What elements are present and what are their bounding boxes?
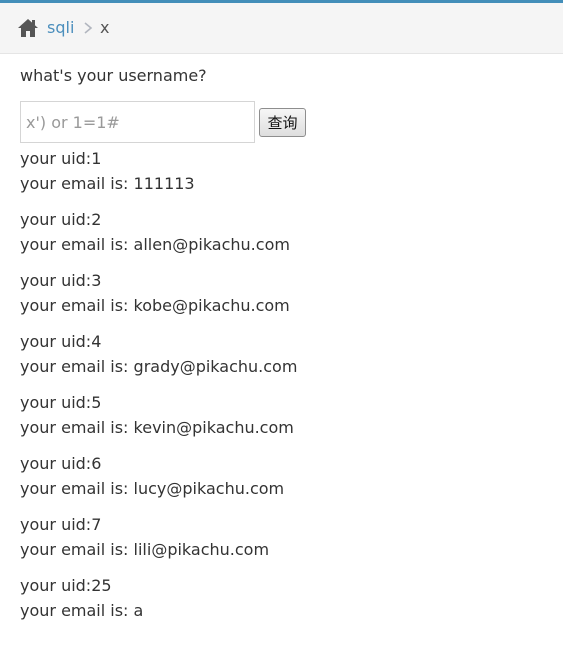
result-uid: your uid:1	[20, 149, 102, 168]
result-item: your uid:7 your email is: lili@pikachu.co…	[20, 513, 550, 562]
result-email: your email is: allen@pikachu.com	[20, 234, 290, 254]
result-item: your uid:6 your email is: lucy@pikachu.co…	[20, 452, 550, 501]
username-input[interactable]	[20, 101, 255, 143]
main-content: what's your username? 查询 your uid:1your …	[20, 64, 550, 635]
username-question: what's your username?	[20, 66, 207, 85]
results-list: your uid:1 your email is: 111113 your uid:…	[20, 147, 550, 623]
result-email: your email is: grady@pikachu.com	[20, 356, 298, 376]
query-form: 查询	[20, 101, 550, 147]
result-email: your email is: kevin@pikachu.com	[20, 417, 294, 437]
result-uid: your uid:6	[20, 454, 102, 473]
result-uid: your uid:2	[20, 210, 102, 229]
result-uid: your uid:3	[20, 271, 102, 290]
breadcrumb: sqli x	[0, 3, 563, 54]
home-icon[interactable]	[17, 18, 39, 38]
breadcrumb-current: x	[100, 18, 110, 37]
result-item: your uid:25 your email is: a	[20, 574, 550, 623]
result-item: your uid:3 your email is: kobe@pikachu.co…	[20, 269, 550, 318]
result-uid: your uid:4	[20, 332, 102, 351]
query-button[interactable]: 查询	[259, 108, 306, 137]
result-email: your email is: 111113	[20, 173, 195, 193]
chevron-right-icon	[84, 22, 93, 34]
result-uid: your uid:5	[20, 393, 102, 412]
result-email: your email is: lili@pikachu.com	[20, 539, 270, 559]
result-item: your uid:5 your email is: kevin@pikachu.c…	[20, 391, 550, 440]
result-email: your email is: kobe@pikachu.com	[20, 295, 290, 315]
result-item: your uid:4 your email is: grady@pikachu.c…	[20, 330, 550, 379]
breadcrumb-link-sqli[interactable]: sqli	[47, 18, 74, 38]
result-email: your email is: lucy@pikachu.com	[20, 478, 285, 498]
result-item: your uid:2 your email is: allen@pikachu.c…	[20, 208, 550, 257]
result-item: your uid:1 your email is: 111113	[20, 147, 550, 196]
result-uid: your uid:7	[20, 515, 102, 534]
result-email: your email is: a	[20, 600, 144, 620]
result-uid: your uid:25	[20, 576, 112, 595]
